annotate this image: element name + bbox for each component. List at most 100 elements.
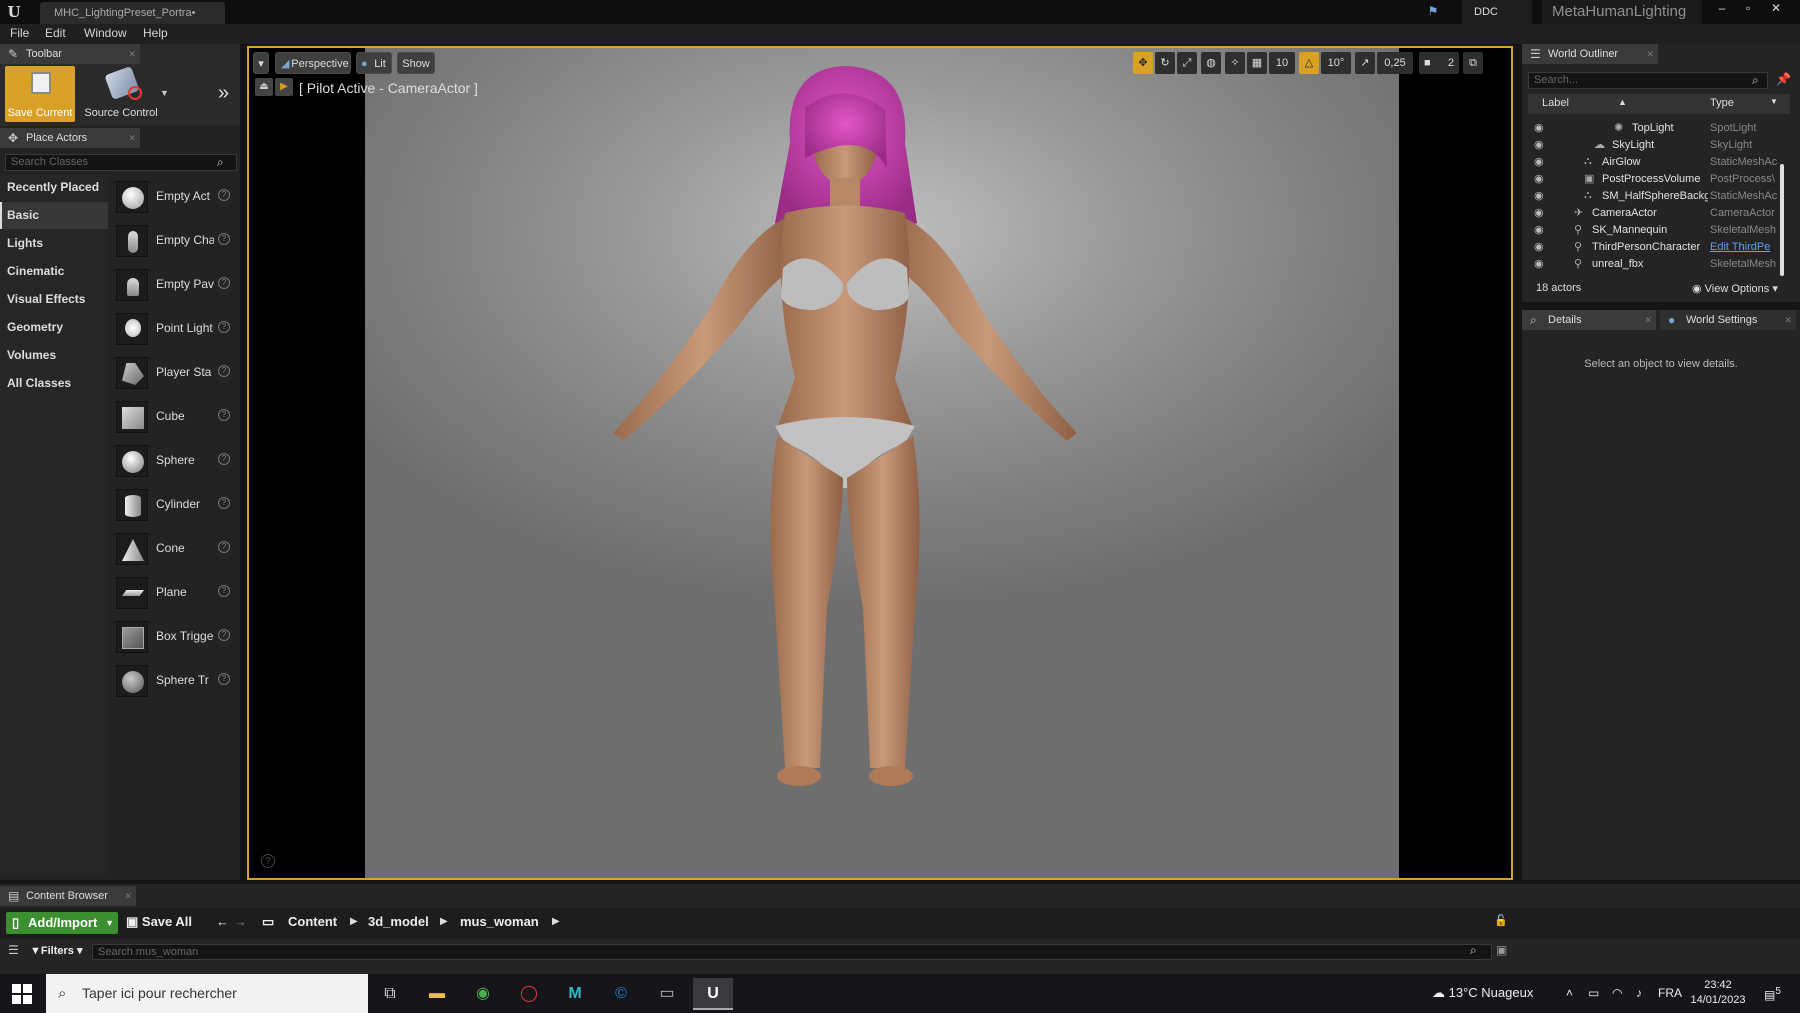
scale-mode-icon[interactable]: ⤢ [1177, 52, 1197, 74]
search-classes-input[interactable]: Search Classes [5, 154, 237, 171]
filters-button[interactable]: ▼Filters ▾ [30, 944, 82, 957]
pin-icon[interactable]: 📌 [1776, 72, 1791, 86]
tab-content-browser[interactable]: ▤ Content Browser ✕ [0, 886, 136, 906]
show-button[interactable]: Show [397, 52, 435, 74]
notification-flag-icon[interactable]: ⚑ [1425, 4, 1441, 20]
category-volumes[interactable]: Volumes [0, 342, 108, 369]
category-basic[interactable]: Basic [0, 202, 108, 229]
visibility-icon[interactable]: ◉ [1534, 257, 1544, 270]
list-item[interactable]: Empty Pav? [110, 262, 238, 306]
sources-toggle-icon[interactable]: ☰ [8, 943, 19, 957]
help-icon[interactable]: ? [218, 541, 230, 553]
visibility-icon[interactable]: ◉ [1534, 155, 1544, 168]
surface-snap-icon[interactable]: ✧ [1225, 52, 1245, 74]
visibility-icon[interactable]: ◉ [1534, 121, 1544, 134]
lock-icon[interactable]: 🔓 [1494, 914, 1508, 927]
tab-world-settings[interactable]: ● World Settings ✕ [1660, 310, 1796, 330]
menu-help[interactable]: Help [143, 26, 168, 40]
list-item[interactable]: Empty Cha? [110, 218, 238, 262]
visibility-icon[interactable]: ◉ [1534, 172, 1544, 185]
rotate-mode-icon[interactable]: ↻ [1155, 52, 1175, 74]
table-row[interactable]: ◉ ⚲ ThirdPersonCharacter Edit ThirdPe [1528, 239, 1790, 256]
source-control-button[interactable]: Source Control [80, 65, 162, 122]
save-search-icon[interactable]: ▣ [1496, 943, 1507, 957]
list-item[interactable]: Sphere Tr? [110, 658, 238, 702]
breadcrumb-separator-icon[interactable]: ▶ [350, 916, 358, 927]
list-item[interactable]: Sphere? [110, 438, 238, 482]
list-item[interactable]: Player Sta? [110, 350, 238, 394]
battery-icon[interactable]: ▭ [1588, 986, 1599, 1000]
level-viewport[interactable]: ▾ ◢ Perspective ● Lit Show ⏏ ▶ [ Pilot A… [247, 46, 1513, 880]
breadcrumb-separator-icon[interactable]: ▶ [440, 916, 448, 927]
task-view-icon[interactable]: ⧉ [370, 978, 410, 1010]
category-recently-placed[interactable]: Recently Placed [0, 174, 108, 201]
source-control-dropdown-icon[interactable]: ▼ [160, 88, 169, 98]
list-item[interactable]: Cone? [110, 526, 238, 570]
list-item[interactable]: Box Trigge? [110, 614, 238, 658]
view-mode-button[interactable]: ● Lit [356, 52, 392, 74]
category-visual-effects[interactable]: Visual Effects [0, 286, 108, 313]
close-icon[interactable]: ✕ [1646, 44, 1654, 64]
close-icon[interactable]: ✕ [1784, 310, 1792, 330]
forward-arrow-icon[interactable]: → [234, 914, 247, 929]
toolbar-overflow-icon[interactable]: » [218, 82, 229, 105]
maximize-button[interactable]: ▫ [1736, 0, 1760, 18]
notification-center-icon[interactable]: ▤5 [1764, 986, 1781, 1002]
viewport-help-icon[interactable]: ? [261, 854, 275, 868]
list-item[interactable]: Point Light? [110, 306, 238, 350]
windows-start-icon[interactable] [12, 984, 32, 1004]
category-cinematic[interactable]: Cinematic [0, 258, 108, 285]
menu-file[interactable]: File [10, 26, 29, 40]
help-icon[interactable]: ? [218, 409, 230, 421]
close-icon[interactable]: ✕ [128, 44, 136, 64]
visibility-icon[interactable]: ◉ [1534, 189, 1544, 202]
translate-mode-icon[interactable]: ✥ [1133, 52, 1153, 74]
outliner-search-input[interactable]: Search... [1528, 72, 1768, 89]
camera-speed-button[interactable]: ■ 2 [1419, 52, 1459, 74]
tab-toolbar[interactable]: ✎ Toolbar ✕ [0, 44, 140, 64]
help-icon[interactable]: ? [218, 277, 230, 289]
menu-edit[interactable]: Edit [45, 26, 66, 40]
close-icon[interactable]: ✕ [128, 128, 136, 148]
close-window-button[interactable]: ✕ [1764, 0, 1788, 18]
help-icon[interactable]: ? [218, 629, 230, 641]
grid-snap-value[interactable]: 10 [1269, 52, 1295, 74]
table-row[interactable]: ◉ ⛬ AirGlow StaticMeshAc [1528, 154, 1790, 171]
level-tab[interactable]: MHC_LightingPreset_Portra• [40, 2, 225, 24]
cinema-app-icon[interactable]: © [601, 978, 641, 1010]
breadcrumb-separator-icon[interactable]: ▶ [552, 916, 560, 927]
table-row[interactable]: ◉ ☁ SkyLight SkyLight [1528, 137, 1790, 154]
visibility-icon[interactable]: ◉ [1534, 138, 1544, 151]
close-icon[interactable]: ✕ [1644, 310, 1652, 330]
minimize-button[interactable]: – [1710, 0, 1734, 18]
category-all-classes[interactable]: All Classes [0, 370, 108, 397]
eject-pilot-icon[interactable]: ⏏ [255, 78, 273, 96]
edit-blueprint-link[interactable]: Edit ThirdPe [1710, 241, 1780, 253]
volume-icon[interactable]: ♪ [1636, 986, 1642, 1000]
opera-icon[interactable]: ◯ [509, 978, 549, 1010]
back-arrow-icon[interactable]: ← [216, 914, 229, 929]
world-space-icon[interactable]: ◍ [1201, 52, 1221, 74]
help-icon[interactable]: ? [218, 585, 230, 597]
scale-snap-icon[interactable]: ↗ [1355, 52, 1375, 74]
content-search-input[interactable]: Search mus_woman [92, 944, 1492, 960]
close-icon[interactable]: ✕ [124, 886, 132, 906]
list-item[interactable]: Cube? [110, 394, 238, 438]
outliner-scrollbar[interactable] [1780, 164, 1784, 276]
help-icon[interactable]: ? [218, 233, 230, 245]
tab-details[interactable]: ⌕ Details ✕ [1522, 310, 1656, 330]
help-icon[interactable]: ? [218, 497, 230, 509]
perspective-button[interactable]: ◢ Perspective [275, 52, 351, 74]
table-row[interactable]: ◉ ⚲ unreal_fbx SkeletalMesh [1528, 256, 1790, 273]
type-column-dropdown-icon[interactable]: ▼ [1770, 97, 1778, 106]
visibility-icon[interactable]: ◉ [1534, 240, 1544, 253]
unreal-engine-taskbar-icon[interactable]: U [693, 978, 733, 1010]
chrome-icon[interactable]: ◉ [463, 978, 503, 1010]
table-row[interactable]: ◉ ⛬ SM_HalfSphereBackg StaticMeshAc [1528, 188, 1790, 205]
breadcrumb-mus-woman[interactable]: mus_woman [460, 914, 539, 929]
rotation-snap-icon[interactable]: △ [1299, 52, 1319, 74]
help-icon[interactable]: ? [218, 321, 230, 333]
breadcrumb-3d-model[interactable]: 3d_model [368, 914, 429, 929]
help-icon[interactable]: ? [218, 365, 230, 377]
weather-widget[interactable]: ☁ 13°C Nuageux [1432, 985, 1533, 1001]
